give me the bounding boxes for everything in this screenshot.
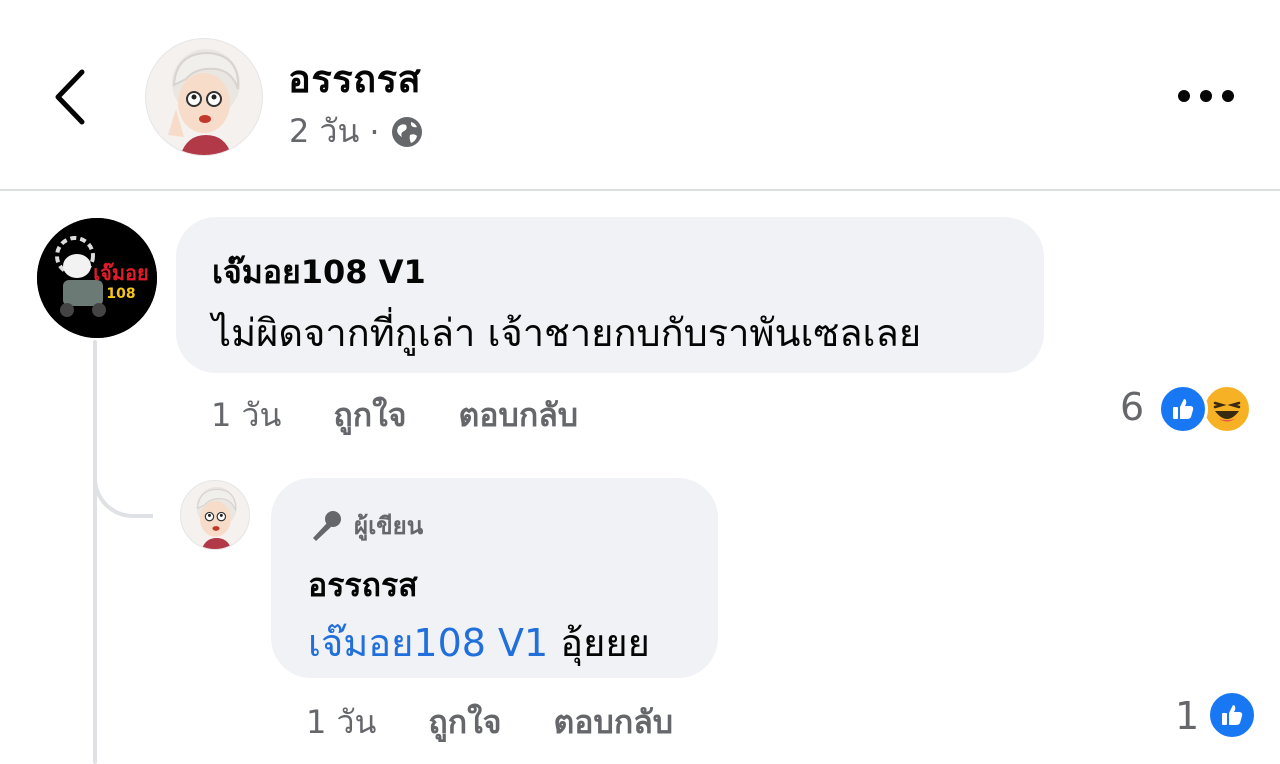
reaction-summary[interactable] bbox=[1158, 384, 1252, 434]
reply-reply-button[interactable]: ตอบกลับ bbox=[554, 697, 674, 748]
reply-time[interactable]: 1 วัน bbox=[306, 697, 376, 748]
reply-author[interactable]: อรรถรส bbox=[308, 560, 418, 611]
avatar-logo-text: เจ๊มอย bbox=[93, 261, 148, 285]
more-horizontal-icon-dot bbox=[1222, 90, 1234, 102]
mention-link[interactable]: เจ๊มอย108 V1 bbox=[308, 621, 548, 665]
globe-icon bbox=[391, 116, 422, 147]
chevron-left-icon bbox=[55, 69, 85, 125]
comment-time[interactable]: 1 วัน bbox=[211, 390, 281, 441]
reply-message: อุ้ยยย bbox=[548, 621, 650, 665]
thread-line bbox=[93, 340, 97, 764]
reply-reaction-summary[interactable] bbox=[1207, 690, 1257, 740]
post-header: อรรถรส 2 วัน · bbox=[0, 0, 1280, 190]
like-reaction-icon bbox=[1158, 384, 1208, 434]
reply-like-button[interactable]: ถูกใจ bbox=[428, 697, 501, 748]
author-name[interactable]: อรรถรส bbox=[288, 48, 421, 109]
author-avatar[interactable] bbox=[145, 38, 263, 156]
comment-actions: 1 วัน ถูกใจ ตอบกลับ bbox=[211, 390, 578, 441]
more-options-button[interactable] bbox=[1178, 86, 1238, 106]
post-time[interactable]: 2 วัน bbox=[289, 106, 359, 157]
meta-separator: · bbox=[369, 112, 380, 151]
post-meta: 2 วัน · bbox=[289, 106, 424, 157]
header-divider bbox=[0, 189, 1280, 191]
reply-reaction-count[interactable]: 1 bbox=[1175, 694, 1199, 738]
more-horizontal-icon-dot bbox=[1178, 90, 1190, 102]
microphone-icon bbox=[313, 510, 341, 541]
back-button[interactable] bbox=[48, 62, 96, 132]
like-button[interactable]: ถูกใจ bbox=[333, 390, 406, 441]
haha-reaction-icon bbox=[1202, 384, 1252, 434]
reply-actions: 1 วัน ถูกใจ ตอบกลับ bbox=[306, 697, 673, 748]
reply-button[interactable]: ตอบกลับ bbox=[459, 390, 579, 441]
comment-text: ไม่ผิดจากที่กูเล่า เจ้าชายกบกับราพันเซลเ… bbox=[212, 311, 922, 355]
author-badge: ผู้เขียน bbox=[308, 506, 423, 545]
author-badge-label: ผู้เขียน bbox=[354, 512, 424, 540]
reply-author-avatar[interactable] bbox=[180, 480, 250, 550]
like-reaction-icon bbox=[1207, 690, 1257, 740]
reply-text: เจ๊มอย108 V1 อุ้ยยย bbox=[308, 612, 650, 673]
commenter-avatar[interactable]: เจ๊มอย 108 bbox=[37, 218, 157, 338]
comment-author[interactable]: เจ๊มอย108 V1 bbox=[212, 247, 426, 298]
reply-connector bbox=[93, 440, 153, 518]
avatar-logo-number: 108 bbox=[106, 286, 135, 302]
reaction-count[interactable]: 6 bbox=[1120, 385, 1144, 429]
more-horizontal-icon-dot bbox=[1200, 90, 1212, 102]
